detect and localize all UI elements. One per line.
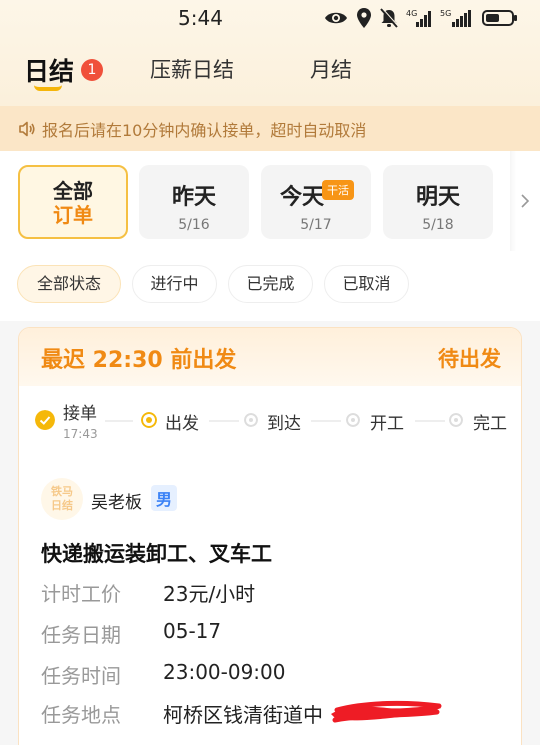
tab-daily[interactable]: 日结 — [24, 52, 74, 88]
check-icon — [35, 410, 55, 430]
location-icon — [357, 8, 371, 28]
step-connector — [311, 420, 341, 422]
order-card-header: 最迟 22:30 前出发 待出发 — [19, 328, 521, 386]
filter-cancelled[interactable]: 已取消 — [324, 265, 409, 303]
filter-all-status[interactable]: 全部状态 — [17, 265, 121, 303]
date-chip-yesterday[interactable]: 昨天 5/16 — [139, 165, 249, 239]
info-key: 任务时间 — [41, 664, 121, 688]
date-chip-date: 5/17 — [300, 217, 332, 233]
status-time: 5:44 — [178, 6, 223, 30]
date-chip-all[interactable]: 全部 订单 — [18, 165, 128, 239]
step-accept-label: 接单 — [63, 404, 97, 424]
speaker-icon — [19, 121, 35, 136]
tab-deferred-daily[interactable]: 压薪日结 — [150, 54, 234, 84]
current-step-icon — [141, 412, 157, 428]
step-start-work-label: 开工 — [370, 414, 404, 434]
pending-step-icon — [346, 413, 360, 427]
step-accept-time: 17:43 — [63, 427, 98, 441]
pending-step-icon — [244, 413, 258, 427]
filter-in-progress[interactable]: 进行中 — [132, 265, 217, 303]
order-card[interactable]: 最迟 22:30 前出发 待出发 接单 17:43 出发 到达 开工 完工 铁马… — [18, 327, 522, 745]
status-bar: 5:44 4G 5G — [0, 0, 540, 36]
step-connector — [209, 420, 239, 422]
mute-icon — [380, 8, 398, 28]
tab-monthly[interactable]: 月结 — [310, 54, 352, 84]
step-depart-label: 出发 — [165, 414, 199, 434]
avatar: 铁马 日结 — [41, 478, 83, 520]
info-value: 23:00-09:00 — [163, 660, 286, 684]
signal-4g-icon: 4G — [406, 9, 431, 27]
date-chip-label: 昨天 — [171, 185, 216, 210]
employer-name: 吴老板 — [91, 493, 142, 513]
step-arrive-label: 到达 — [267, 414, 301, 434]
date-chip-date: 5/16 — [178, 217, 210, 233]
date-filter: 全部 订单 昨天 5/16 今天 5/17 干活 明天 5/18 — [0, 151, 540, 251]
tab-active-indicator — [34, 85, 62, 91]
date-chip-today[interactable]: 今天 5/17 干活 — [261, 165, 371, 239]
date-chip-date: 5/18 — [422, 217, 454, 233]
date-more-button[interactable] — [510, 151, 540, 251]
chevron-right-icon — [521, 194, 530, 208]
info-key: 计时工价 — [41, 582, 121, 606]
avatar-text-line2: 日结 — [51, 499, 73, 512]
order-progress: 接单 17:43 出发 到达 开工 完工 — [19, 386, 521, 454]
date-chip-label: 明天 — [415, 185, 460, 210]
tab-daily-badge: 1 — [81, 59, 103, 81]
status-icons: 4G 5G — [324, 8, 518, 28]
filter-completed[interactable]: 已完成 — [228, 265, 313, 303]
work-badge: 干活 — [322, 180, 354, 200]
avatar-text-line1: 铁马 — [51, 485, 73, 498]
step-finish-label: 完工 — [473, 414, 507, 434]
eye-icon — [325, 12, 347, 24]
job-title: 快递搬运装卸工、叉车工 — [41, 542, 272, 566]
date-chip-tomorrow[interactable]: 明天 5/18 — [383, 165, 493, 239]
gender-tag: 男 — [151, 485, 178, 511]
info-key: 任务地点 — [41, 703, 121, 727]
date-chip-all-line2: 订单 — [53, 203, 93, 227]
network-5g-label: 5G — [440, 9, 451, 18]
notice-text: 报名后请在10分钟内确认接单，超时自动取消 — [42, 120, 367, 140]
status-filters: 全部状态 进行中 已完成 已取消 — [0, 251, 540, 321]
info-key: 任务日期 — [41, 623, 121, 647]
step-connector — [105, 420, 133, 422]
info-value: 23元/小时 — [163, 582, 256, 606]
order-card-body: 铁马 日结 吴老板 男 快递搬运装卸工、叉车工 计时工价 23元/小时 任务日期… — [19, 454, 521, 745]
pending-step-icon — [449, 413, 463, 427]
battery-icon — [482, 10, 517, 26]
order-status: 待出发 — [438, 347, 501, 371]
redaction-scribble — [331, 700, 442, 723]
info-value: 05-17 — [163, 619, 222, 643]
network-4g-label: 4G — [406, 9, 417, 18]
info-value: 柯桥区钱清街道中 — [163, 703, 323, 727]
step-connector — [415, 420, 445, 422]
notice-bar: 报名后请在10分钟内确认接单，超时自动取消 — [0, 106, 540, 151]
date-chip-all-line1: 全部 — [53, 179, 93, 203]
departure-deadline: 最迟 22:30 前出发 — [41, 348, 237, 373]
signal-5g-icon: 5G — [440, 9, 471, 27]
